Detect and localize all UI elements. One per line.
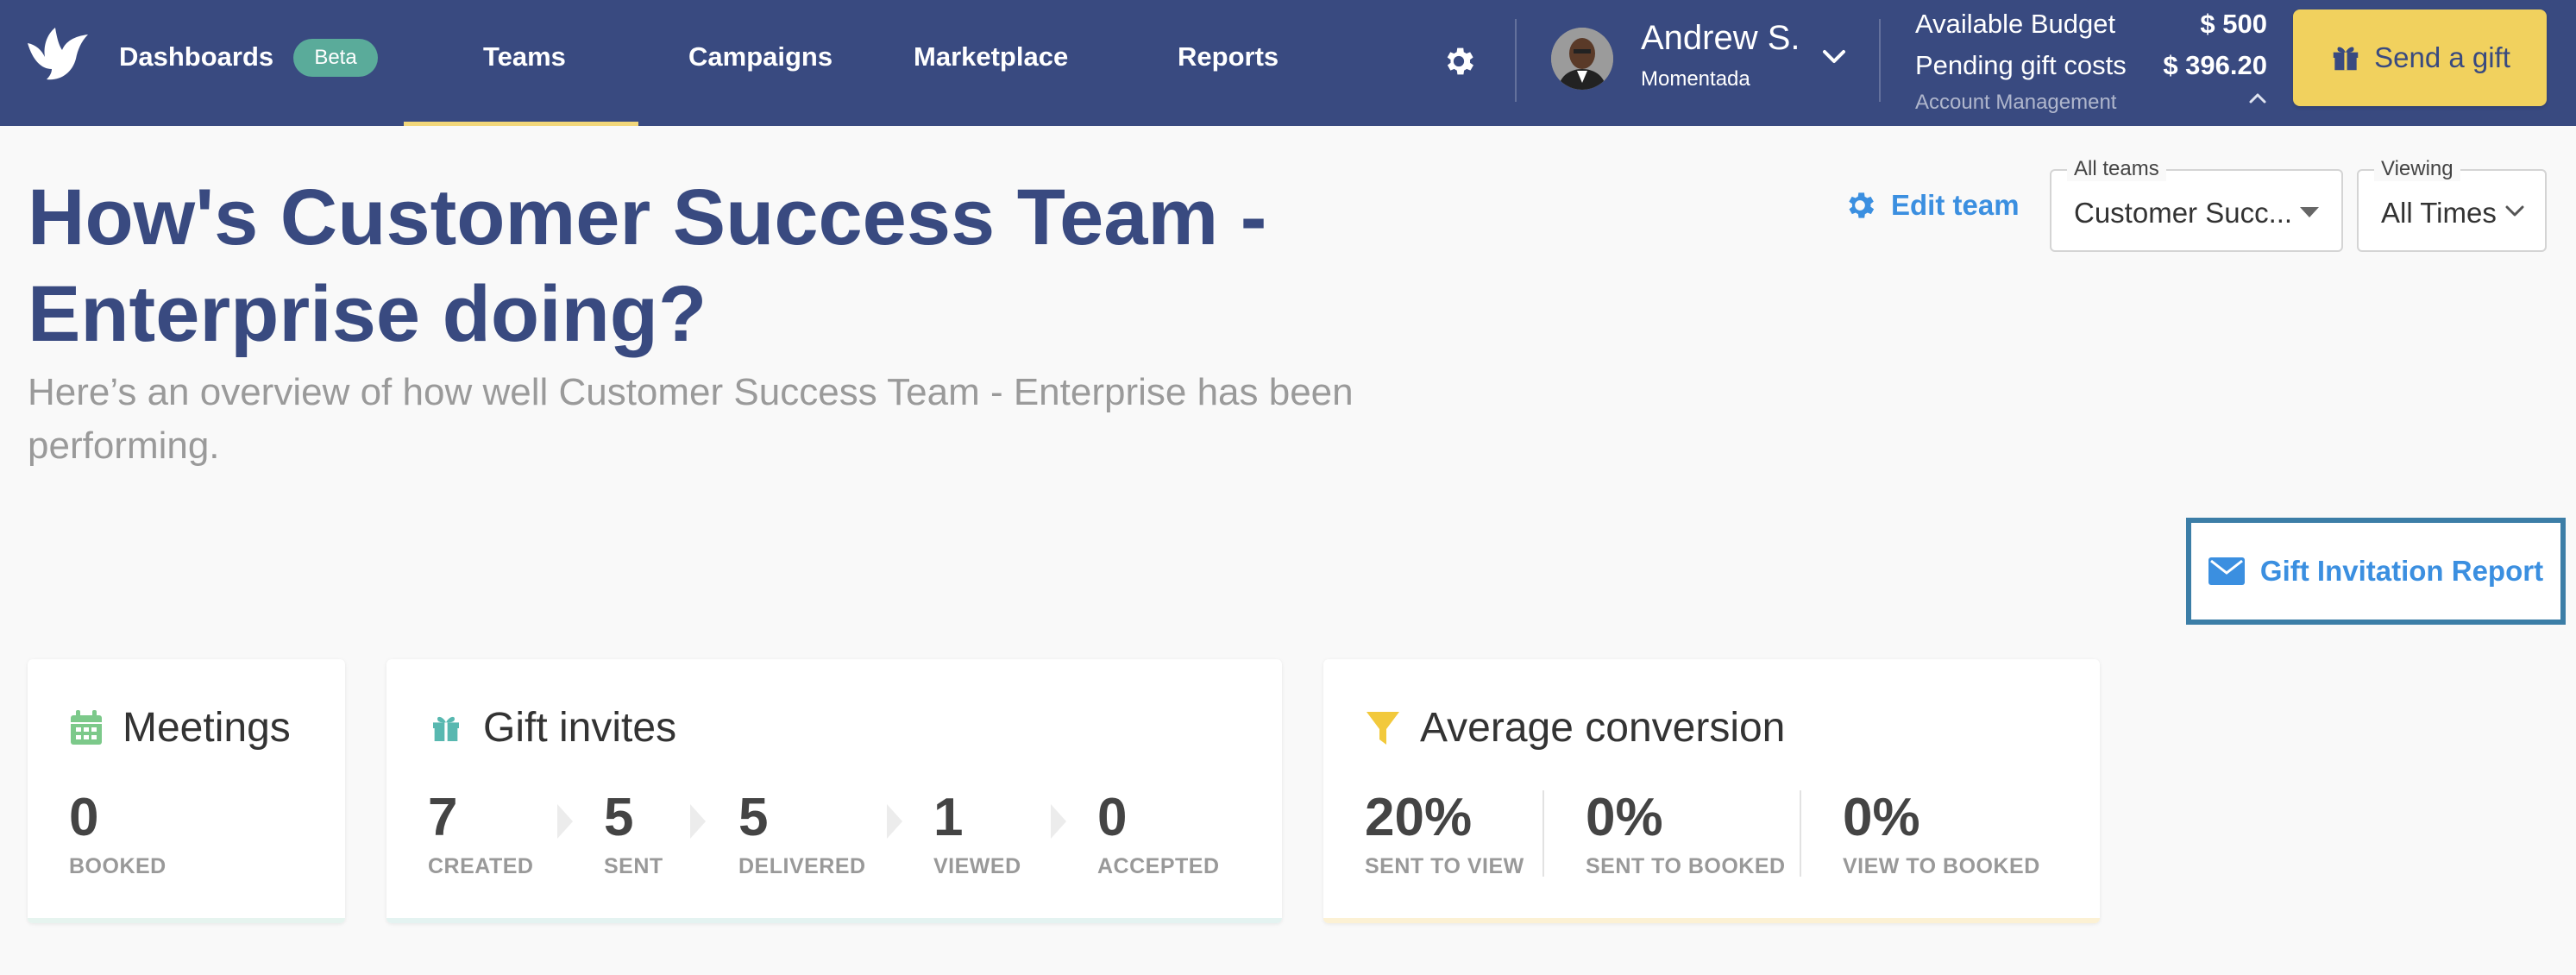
caret-down-icon — [2300, 207, 2319, 217]
metric-label: ACCEPTED — [1097, 854, 1220, 878]
metric-viewed: 1 VIEWED — [933, 787, 1021, 879]
metric-created: 7 CREATED — [428, 787, 533, 879]
send-gift-label: Send a gift — [2374, 41, 2510, 73]
chevron-up-icon[interactable] — [2247, 90, 2268, 105]
metric-label: CREATED — [428, 854, 534, 878]
chevron-right-icon — [557, 804, 573, 839]
metric-label: SENT TO VIEW — [1365, 854, 1524, 878]
metric-booked: 0 BOOKED — [69, 787, 166, 879]
metric-value: 0% — [1586, 788, 1663, 847]
edit-team-button[interactable]: Edit team — [1843, 188, 2020, 223]
gear-icon[interactable] — [1441, 43, 1477, 79]
metric-value: 7 — [428, 788, 458, 847]
nav-reports[interactable]: Reports — [1178, 41, 1279, 72]
page-title: How's Customer Success Team - Enterprise… — [28, 173, 1267, 358]
team-select[interactable]: All teams Customer Succ... — [2050, 157, 2343, 252]
metric-value: 1 — [933, 788, 964, 847]
gift-invites-card: Gift invites 7 CREATED 5 SENT 5 DELIVERE… — [386, 659, 1282, 923]
viewing-select-value: All Times — [2381, 197, 2497, 229]
card-accent-bar — [1323, 918, 2100, 923]
metric-value: 5 — [604, 788, 634, 847]
average-conversion-title: Average conversion — [1420, 705, 1786, 751]
gift-icon — [433, 716, 459, 741]
average-conversion-card: Average conversion 20% SENT TO VIEW 0% S… — [1323, 659, 2100, 923]
funnel-icon — [1367, 711, 1399, 745]
nav-dashboards[interactable]: Dashboards — [119, 41, 273, 72]
pending-gift-costs-label: Pending gift costs — [1915, 50, 2127, 80]
metric-accepted: 0 ACCEPTED — [1097, 787, 1220, 879]
gift-invitation-report-button[interactable]: Gift Invitation Report — [2186, 518, 2566, 625]
metric-value: 5 — [738, 788, 769, 847]
chevron-right-icon — [887, 804, 902, 839]
nav-marketplace[interactable]: Marketplace — [914, 41, 1068, 72]
metric-label: VIEW TO BOOKED — [1843, 854, 2040, 878]
chevron-down-icon[interactable] — [1820, 47, 1848, 67]
gear-icon — [1849, 192, 1875, 218]
page-subtitle: Here’s an overview of how well Customer … — [28, 371, 1354, 467]
metric-sent-to-view: 20% SENT TO VIEW — [1365, 787, 1524, 879]
metric-view-to-booked: 0% VIEW TO BOOKED — [1843, 787, 2040, 879]
nav-divider — [1515, 19, 1517, 102]
gift-invitation-report-label: Gift Invitation Report — [2259, 555, 2544, 587]
metric-divider — [1800, 790, 1801, 877]
gift-icon — [2333, 47, 2359, 71]
active-tab-indicator — [404, 122, 638, 126]
nav-teams[interactable]: Teams — [483, 41, 566, 72]
edit-team-label: Edit team — [1891, 189, 2020, 221]
send-gift-button[interactable]: Send a gift — [2293, 9, 2547, 106]
card-accent-bar — [28, 918, 345, 923]
metric-value: 0 — [69, 788, 99, 847]
available-budget-label: Available Budget — [1915, 9, 2116, 39]
team-select-value: Customer Succ... — [2074, 197, 2293, 229]
chevron-right-icon — [1051, 804, 1066, 839]
envelope-icon — [2208, 557, 2245, 585]
beta-badge: Beta — [293, 39, 378, 77]
viewing-select-legend: Viewing — [2374, 157, 2460, 181]
calendar-icon — [71, 709, 102, 745]
team-select-legend: All teams — [2067, 157, 2166, 181]
pending-gift-costs-value: $ 396.20 — [2163, 50, 2267, 80]
viewing-select[interactable]: Viewing All Times — [2357, 157, 2547, 252]
meetings-title: Meetings — [123, 705, 291, 751]
metric-sent: 5 SENT — [604, 787, 663, 879]
top-navigation-bar: Dashboards Beta Teams Campaigns Marketpl… — [0, 0, 2576, 126]
bird-logo-icon[interactable] — [24, 24, 93, 85]
metric-label: VIEWED — [933, 854, 1021, 878]
metric-value: 0 — [1097, 788, 1128, 847]
nav-campaigns[interactable]: Campaigns — [688, 41, 832, 72]
metric-sent-to-booked: 0% SENT TO BOOKED — [1586, 787, 1786, 879]
meetings-card: Meetings 0 BOOKED — [28, 659, 345, 923]
avatar[interactable] — [1551, 28, 1613, 90]
metric-value: 0% — [1843, 788, 1920, 847]
available-budget-value: $ 500 — [2200, 9, 2267, 39]
metric-value: 20% — [1365, 788, 1473, 847]
chevron-right-icon — [690, 804, 706, 839]
nav-divider — [1879, 19, 1881, 102]
account-management-link[interactable]: Account Management — [1915, 91, 2116, 115]
metric-label: DELIVERED — [738, 854, 866, 878]
card-accent-bar — [386, 918, 1282, 923]
metric-label: SENT TO BOOKED — [1586, 854, 1786, 878]
user-organization: Momentada — [1641, 67, 1750, 91]
metric-label: BOOKED — [69, 854, 166, 878]
gift-invites-title: Gift invites — [483, 705, 677, 751]
user-name[interactable]: Andrew S. — [1641, 19, 1800, 58]
metric-divider — [1542, 790, 1544, 877]
metric-label: SENT — [604, 854, 663, 878]
metric-delivered: 5 DELIVERED — [738, 787, 866, 879]
chevron-down-icon — [2505, 205, 2524, 217]
